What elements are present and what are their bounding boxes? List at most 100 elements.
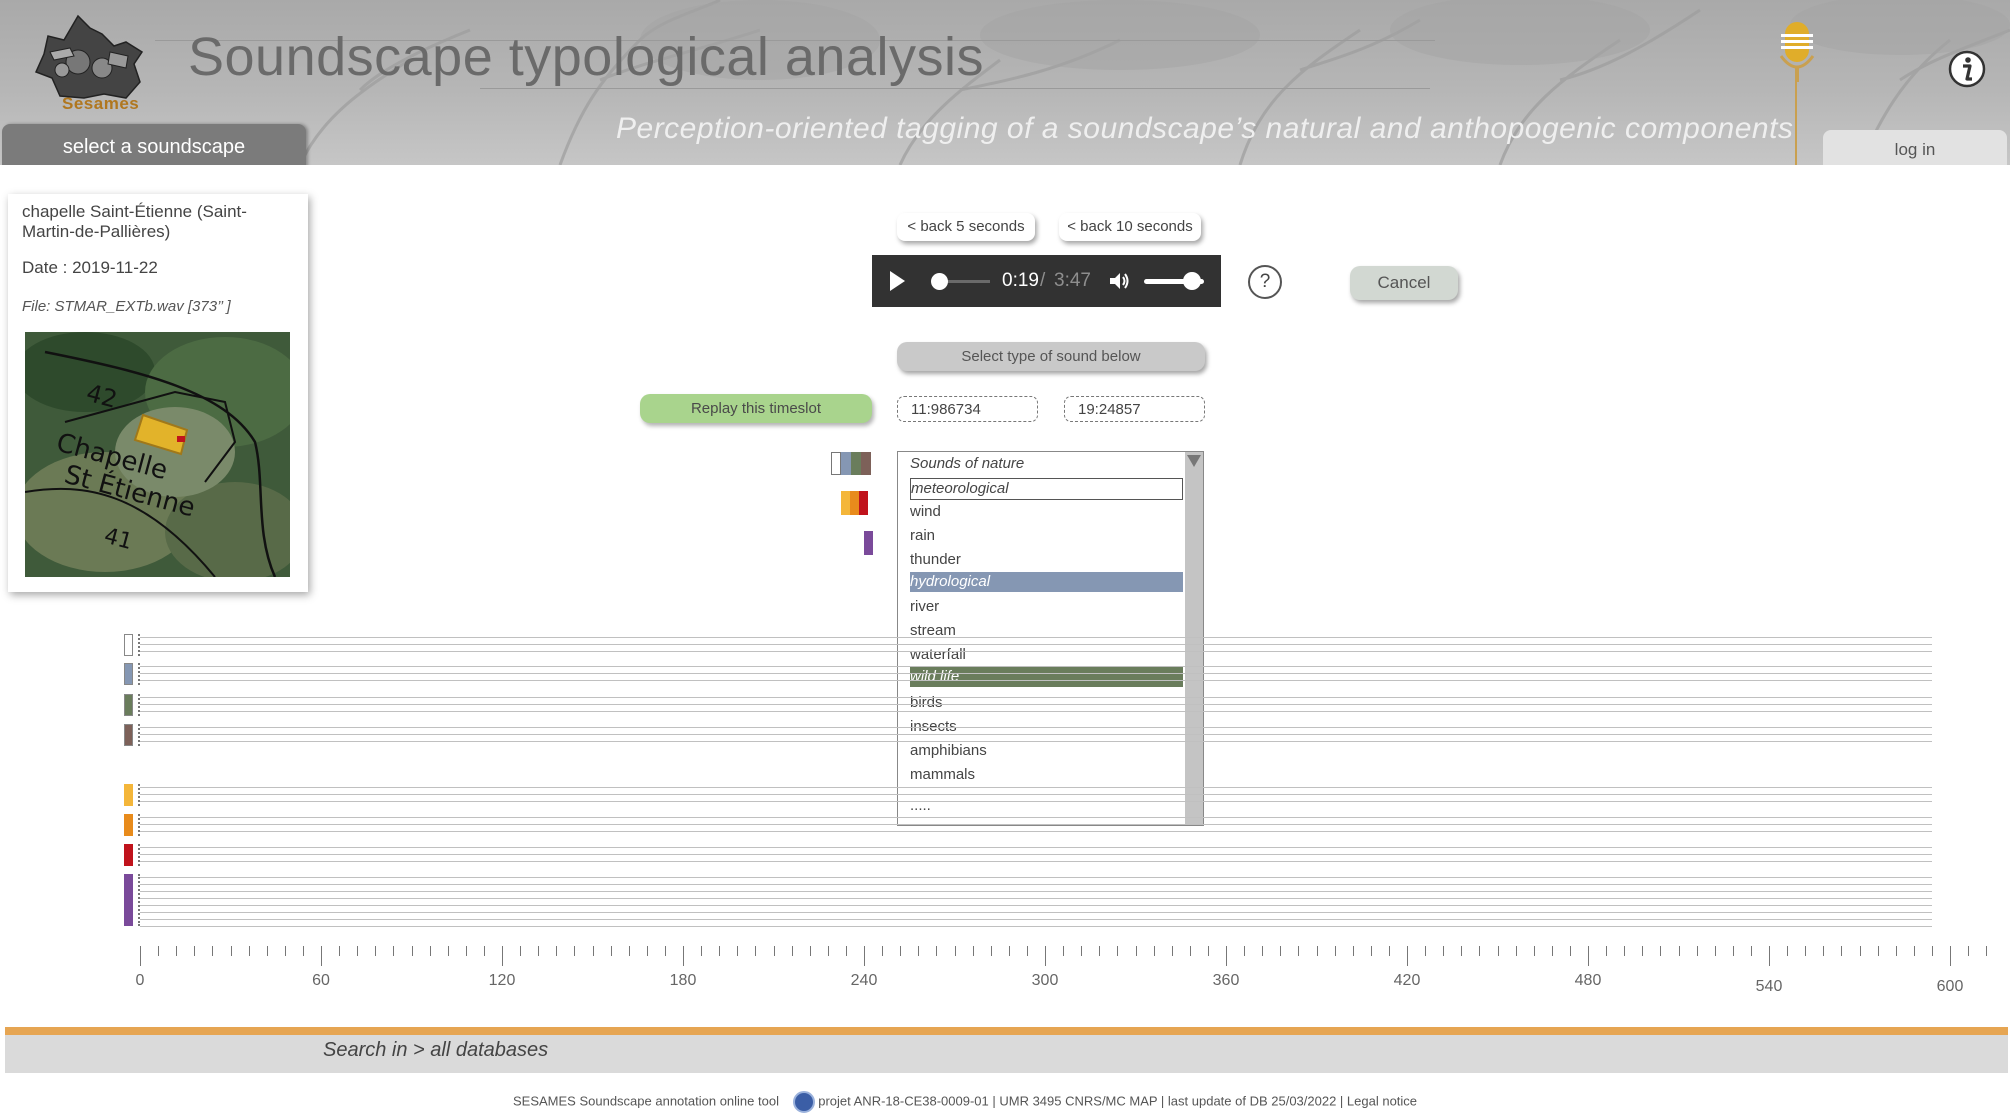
footer-tool: SESAMES Soundscape annotation online too… [513, 1093, 779, 1109]
axis-tick [483, 946, 485, 956]
seek-knob[interactable] [930, 273, 948, 290]
track-swatch [124, 663, 133, 685]
axis-tick [1696, 946, 1698, 956]
app-title: Soundscape typological analysis [188, 27, 984, 87]
axis-tick [1207, 946, 1209, 956]
track-swatch [124, 724, 133, 746]
time-separator: / [1040, 270, 1046, 291]
select-soundscape-tab[interactable]: select a soundscape [2, 124, 306, 165]
sound-type-option[interactable]: meteorological [910, 478, 1183, 500]
axis-tick [1461, 946, 1463, 956]
anr-logo-icon [792, 1091, 815, 1113]
sound-type-option[interactable]: wind [910, 502, 941, 522]
track-swatch [124, 634, 133, 656]
sound-type-option[interactable]: hydrological [910, 572, 1183, 592]
axis-tick [664, 946, 666, 956]
sound-type-option[interactable]: amphibians [910, 741, 987, 761]
duration: 3:47 [1054, 270, 1091, 291]
axis-tick [864, 946, 865, 966]
timeslot-start-field[interactable]: 11:986734 [897, 396, 1038, 422]
subtitle-divider [480, 88, 1430, 89]
axis-tick [1805, 946, 1807, 956]
axis-tick [140, 946, 141, 966]
search-bar [5, 1035, 2008, 1073]
volume-icon[interactable] [1108, 271, 1130, 291]
axis-tick [936, 946, 938, 956]
axis-tick [592, 946, 594, 956]
axis-label: 360 [1212, 972, 1240, 989]
list-scrollbar[interactable] [1185, 452, 1203, 825]
track-swatch [124, 844, 133, 866]
axis-tick [1407, 946, 1408, 966]
track-line [140, 704, 1932, 705]
footer-project: projet ANR-18-CE38-0009-01 | UMR 3495 CN… [818, 1093, 1418, 1109]
axis-tick [1388, 946, 1390, 956]
axis-tick [302, 946, 304, 956]
legend-swatch [850, 491, 859, 515]
axis-tick [321, 946, 322, 966]
axis-tick [1117, 946, 1119, 956]
back-10-seconds-button[interactable]: < back 10 seconds [1059, 213, 1201, 241]
axis-tick [1171, 946, 1173, 956]
help-button[interactable]: ? [1248, 265, 1282, 299]
legend-swatch [841, 491, 850, 515]
sound-type-option[interactable]: river [910, 597, 939, 617]
audio-player: 0:19 / 3:47 [872, 255, 1221, 307]
axis-label: 420 [1393, 972, 1421, 989]
track-line [140, 673, 1932, 674]
sound-type-option[interactable]: rain [910, 526, 935, 546]
track-line [140, 919, 1932, 920]
volume-knob[interactable] [1183, 272, 1201, 290]
track-line [140, 905, 1932, 906]
track-line [140, 824, 1932, 825]
axis-tick [194, 946, 196, 956]
track-line [140, 644, 1932, 645]
axis-tick [791, 946, 793, 956]
track-line [140, 861, 1932, 862]
track-line [140, 666, 1932, 667]
replay-timeslot-button[interactable]: Replay this timeslot [640, 394, 872, 423]
track-line [140, 912, 1932, 913]
timeslot-end-field[interactable]: 19:24857 [1064, 396, 1205, 422]
axis-tick [1660, 946, 1662, 956]
sound-type-option[interactable]: wild life [910, 667, 1183, 687]
cancel-button[interactable]: Cancel [1350, 266, 1458, 300]
axis-tick [520, 946, 522, 956]
sound-type-option[interactable]: mammals [910, 765, 975, 785]
sound-type-option[interactable]: waterfall [910, 645, 966, 665]
track-line [140, 734, 1932, 735]
axis-tick [809, 946, 811, 956]
axis-tick [1515, 946, 1517, 956]
axis-label: 300 [1031, 972, 1059, 989]
axis-tick [357, 946, 359, 956]
axis-tick [845, 946, 847, 956]
sound-type-option[interactable]: Sounds of nature [910, 454, 1024, 474]
scroll-down-icon[interactable] [1187, 455, 1201, 467]
axis-tick [556, 946, 558, 956]
track-line [140, 831, 1932, 832]
axis-tick [248, 946, 250, 956]
sound-type-option[interactable]: thunder [910, 550, 961, 570]
back-5-seconds-button[interactable]: < back 5 seconds [897, 213, 1035, 241]
sound-type-option[interactable]: ..... [910, 796, 931, 816]
axis-tick [882, 946, 884, 956]
search-database-link[interactable]: Search in > all databases [323, 1039, 548, 1062]
legend-swatch [861, 452, 871, 475]
sound-type-option[interactable]: birds [910, 693, 943, 713]
axis-tick [574, 946, 576, 956]
microphone-icon[interactable] [1775, 20, 1819, 92]
logo-text: Sesames [62, 94, 140, 113]
play-icon[interactable] [890, 271, 905, 291]
sound-type-list[interactable]: Sounds of nature meteorological wind rain th… [897, 451, 1204, 826]
axis-label: 60 [312, 972, 330, 989]
axis-tick [1823, 946, 1825, 956]
track-line [140, 801, 1932, 802]
axis-tick [1352, 946, 1354, 956]
sound-type-option[interactable]: stream [910, 621, 956, 641]
info-icon[interactable] [1948, 50, 1986, 88]
axis-tick [1986, 946, 1988, 956]
axis-tick [1769, 946, 1770, 966]
axis-tick [393, 946, 395, 956]
login-tab[interactable]: log in [1823, 130, 2007, 165]
axis-tick [701, 946, 703, 956]
